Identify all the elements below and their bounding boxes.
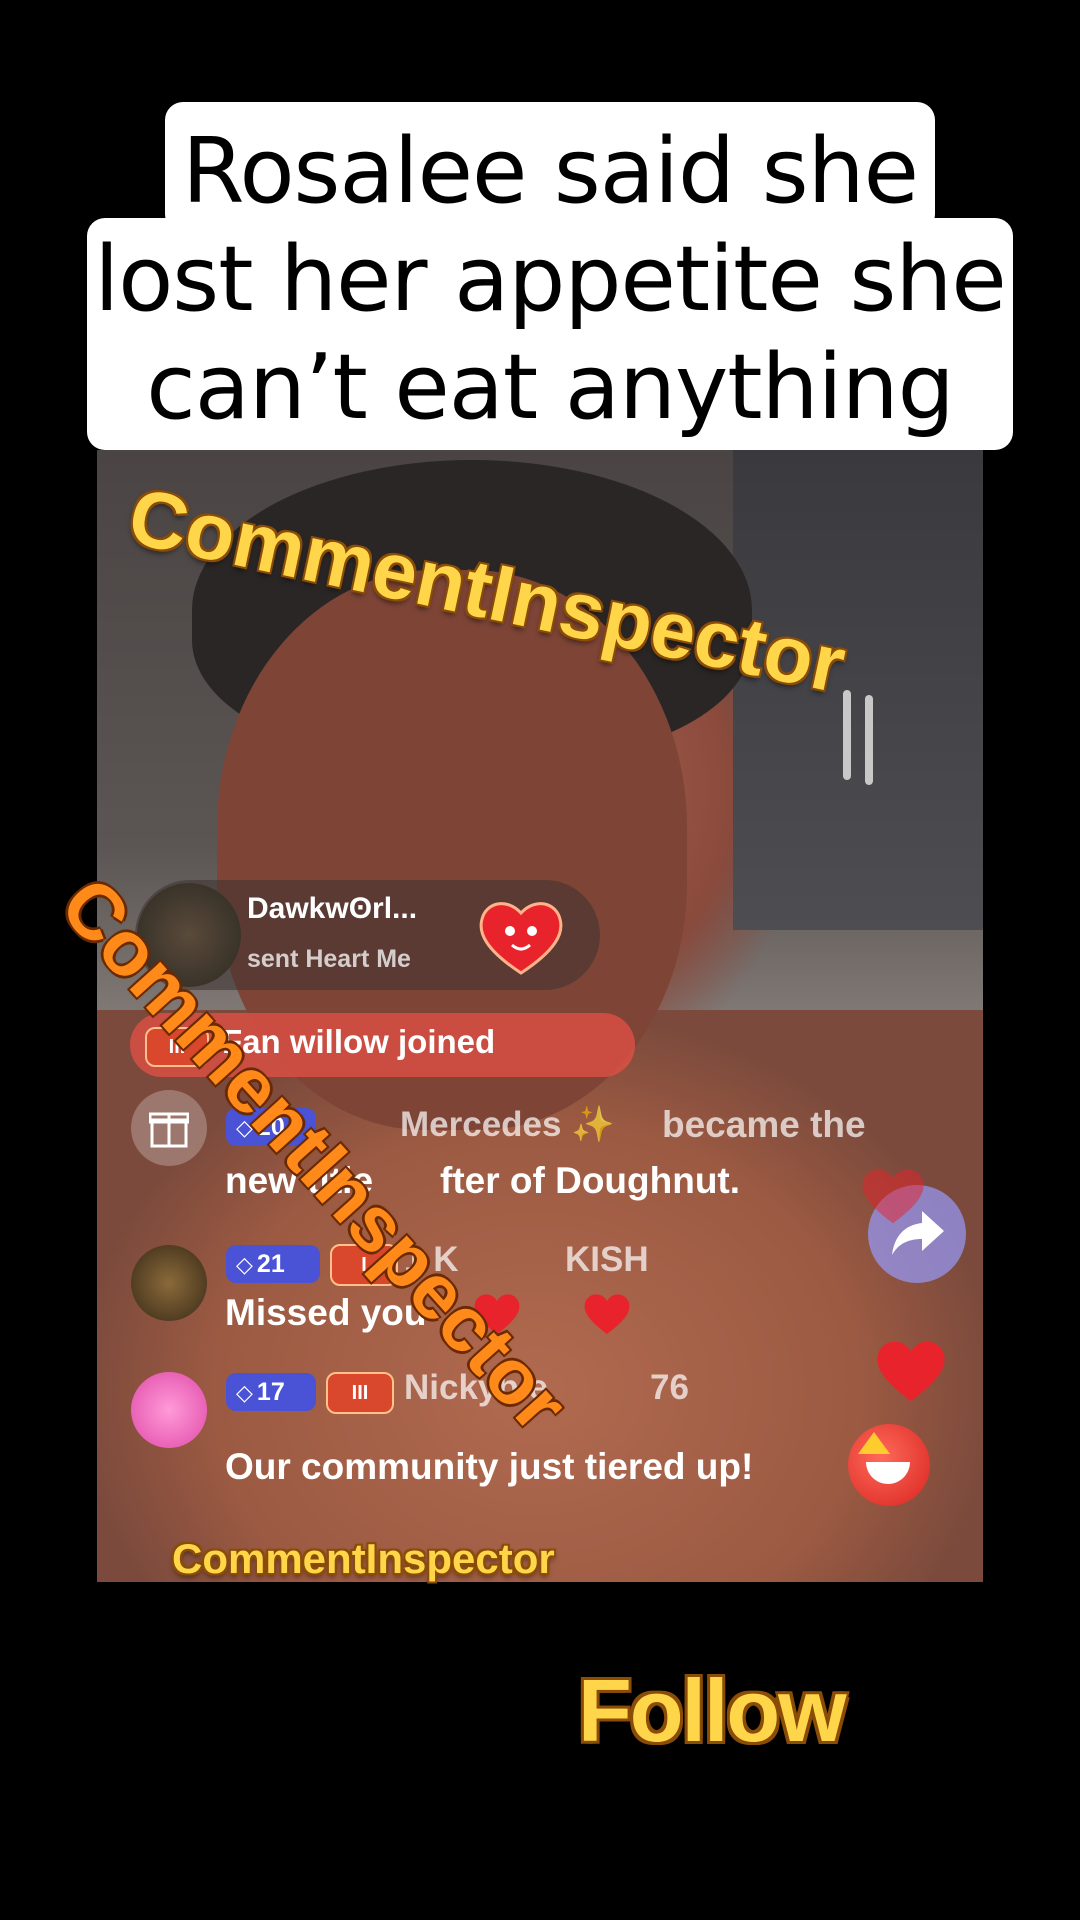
level-badge: ◇ 21: [226, 1245, 320, 1283]
gift-message: sent Heart Me: [247, 945, 411, 973]
comment-text: became the: [662, 1104, 866, 1145]
gift-icon[interactable]: [131, 1090, 207, 1166]
comment-username-tail: KISH: [565, 1240, 649, 1279]
diamond-gem-icon: ◇: [236, 1252, 253, 1277]
heart-icon: [584, 1294, 630, 1334]
diamond-gem-icon: ◇: [236, 1380, 253, 1405]
video-caption: Rosalee said she lost her appetite she c…: [87, 118, 1013, 442]
comment-username-tail: 76: [650, 1368, 689, 1407]
comment-text: Our community just tiered up!: [225, 1446, 754, 1487]
caption-line-1: Rosalee said she: [181, 119, 919, 224]
follow-button[interactable]: Follow: [578, 1660, 847, 1762]
heart-gift-icon: [479, 902, 563, 975]
heart-icon: [862, 1169, 924, 1224]
avatar[interactable]: [131, 1245, 207, 1321]
avatar[interactable]: [131, 1372, 207, 1448]
level-badge: ◇ 17: [226, 1373, 316, 1411]
gift-sender-name: Dawkwʘrl...: [247, 892, 418, 925]
fan-badge: III: [326, 1372, 394, 1414]
level-number: 17: [256, 1378, 285, 1406]
comment-username[interactable]: Mercedes ✨: [400, 1104, 615, 1145]
level-number: 21: [256, 1250, 285, 1278]
heart-icon[interactable]: [872, 1338, 950, 1404]
crown-icon: [858, 1432, 890, 1454]
caption-line-3: can’t eat anything: [146, 335, 955, 440]
caption-line-2: lost her appetite she: [94, 227, 1007, 332]
watermark: CommentInspector: [172, 1535, 555, 1582]
comment-text-line2b: fter of Doughnut.: [440, 1160, 741, 1201]
